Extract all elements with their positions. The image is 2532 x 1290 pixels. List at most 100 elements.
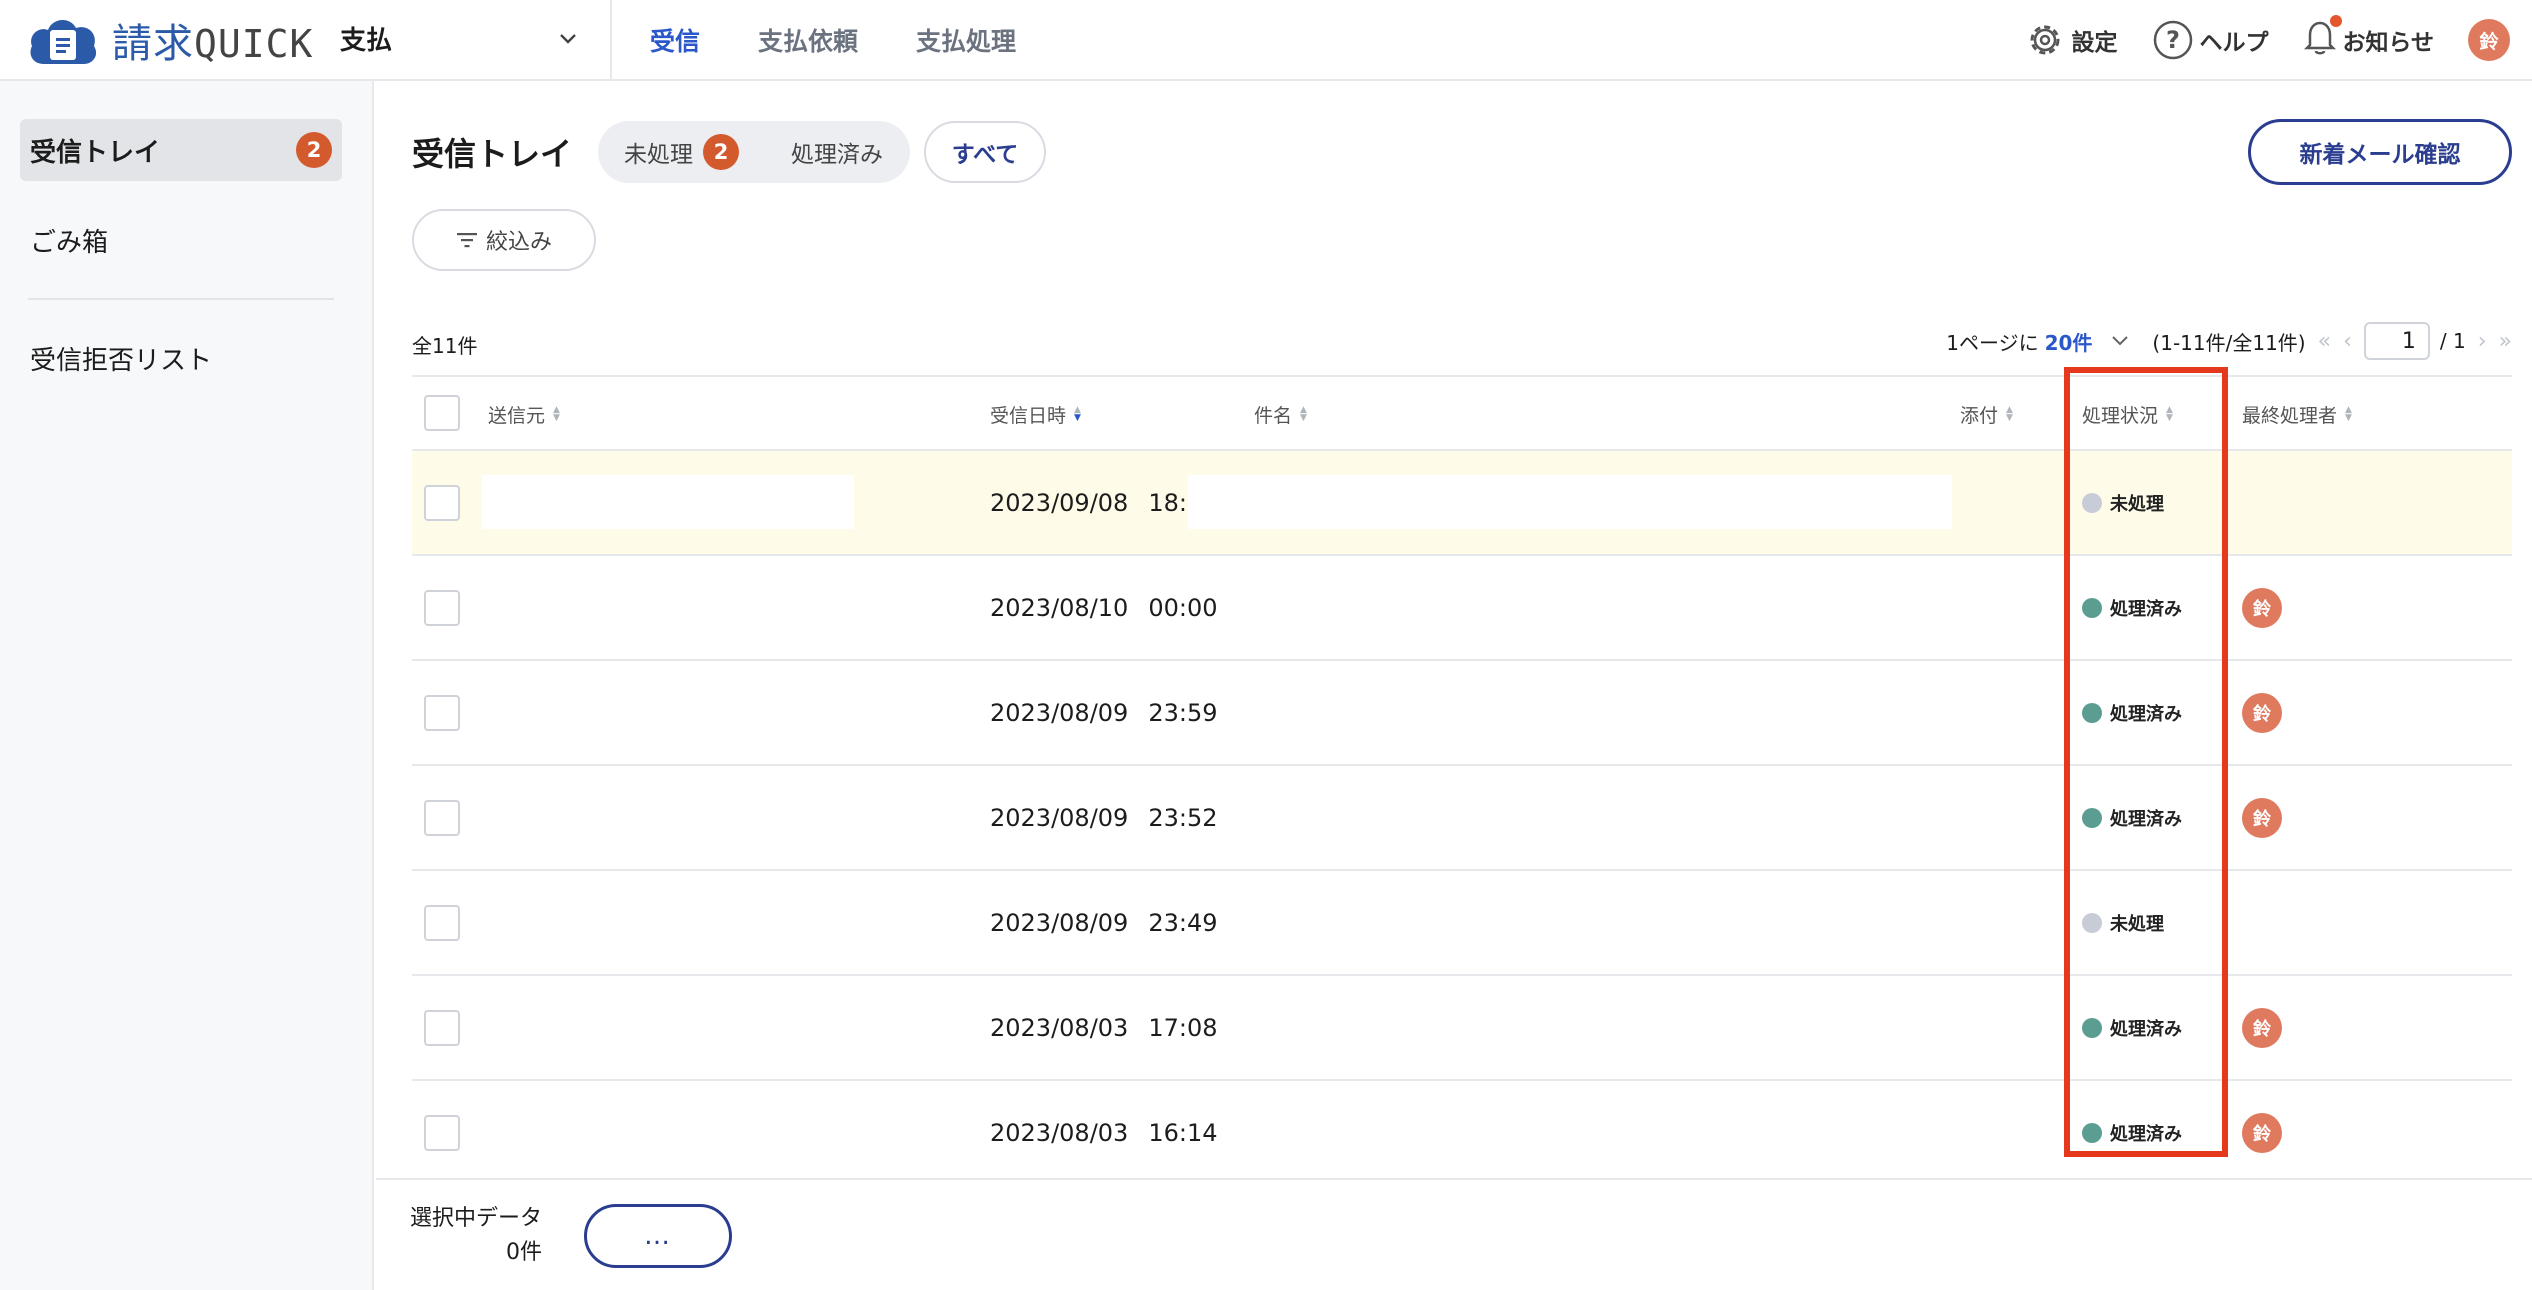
tab-receive[interactable]: 受信	[650, 22, 700, 58]
received-time: 00:00	[1148, 593, 1218, 622]
row-checkbox[interactable]	[424, 1115, 460, 1151]
column-header-last-handler[interactable]: 最終処理者 ▲ ▼	[2242, 377, 2352, 451]
received-date: 2023/08/03	[990, 1118, 1129, 1147]
received-cell: 2023/08/09 23:49	[990, 871, 1218, 974]
received-cell: 2023/08/09 23:52	[990, 766, 1218, 869]
cloud-document-icon	[26, 12, 102, 68]
row-checkbox[interactable]	[424, 485, 460, 521]
sender-cell	[482, 475, 854, 529]
segment-label: 処理済み	[791, 142, 883, 168]
tab-payment-processing[interactable]: 支払処理	[916, 22, 1016, 58]
sidebar: 受信トレイ 2 ごみ箱 受信拒否リスト	[0, 81, 374, 1290]
handler-cell: 鈴	[2242, 1081, 2282, 1184]
status-label: 処理済み	[2110, 1018, 2182, 1040]
prev-page-icon[interactable]: ‹	[2343, 329, 2352, 354]
column-header-status[interactable]: 処理状況 ▲ ▼	[2082, 377, 2173, 451]
sidebar-item-inbox[interactable]: 受信トレイ 2	[20, 119, 342, 181]
next-page-icon[interactable]: ›	[2478, 329, 2487, 354]
status-badge: 処理済み	[2082, 1120, 2182, 1146]
last-page-icon[interactable]: »	[2499, 329, 2512, 354]
row-checkbox[interactable]	[424, 695, 460, 731]
header-divider	[610, 0, 612, 80]
check-new-mail-button[interactable]: 新着メール確認	[2248, 119, 2512, 185]
header-tabs: 受信 支払依頼 支払処理	[650, 0, 1016, 80]
inbox-count-badge: 2	[296, 132, 332, 168]
column-label: 送信元	[488, 404, 546, 427]
handler-avatar: 鈴	[2242, 692, 2282, 733]
column-label: 処理状況	[2082, 404, 2159, 427]
notifications-label: お知らせ	[2342, 30, 2434, 56]
received-time: 23:52	[1148, 803, 1218, 832]
status-label: 処理済み	[2110, 703, 2182, 725]
received-cell: 2023/08/03 17:08	[990, 976, 1218, 1079]
column-header-attachment[interactable]: 添付 ▲ ▼	[1960, 377, 2013, 451]
table-row[interactable]: 2023/09/08 18:51 未処理	[412, 451, 2512, 556]
user-avatar[interactable]: 鈴	[2468, 19, 2510, 61]
app-select-dropdown[interactable]: 支払	[340, 16, 580, 60]
per-page-select[interactable]: 20件	[2045, 327, 2093, 356]
inbox-table: 送信元 ▲ ▼ 受信日時 ▲ ▼ 件名 ▲ ▼ 添付 ▲ ▼ 処理状況 ▲ ▼ 最終処理者…	[412, 367, 2512, 1186]
column-label: 件名	[1254, 404, 1293, 427]
segment-processed[interactable]: 処理済み	[765, 135, 909, 169]
status-label: 処理済み	[2110, 808, 2182, 830]
help-link[interactable]: ? ヘルプ	[2151, 18, 2268, 62]
table-row[interactable]: 2023/08/10 00:00 処理済み 鈴	[412, 556, 2512, 661]
table-row[interactable]: 2023/08/03 16:14 処理済み 鈴	[412, 1081, 2512, 1186]
chevron-down-icon[interactable]	[2108, 331, 2132, 351]
notification-dot	[2330, 15, 2343, 27]
received-cell: 2023/08/10 00:00	[990, 556, 1218, 659]
page-title: 受信トレイ	[412, 135, 573, 173]
handler-cell: 鈴	[2242, 766, 2282, 869]
row-checkbox[interactable]	[424, 1010, 460, 1046]
status-label: 未処理	[2110, 913, 2164, 935]
logo-prefix: 請求	[112, 21, 194, 67]
status-cell: 処理済み	[2082, 766, 2182, 869]
header-actions: 設定 ? ヘルプ お知らせ 鈴	[2023, 0, 2532, 80]
received-date: 2023/08/09	[990, 803, 1129, 832]
status-badge: 処理済み	[2082, 805, 2182, 831]
received-cell: 2023/09/08 18:51	[990, 451, 1218, 554]
status-cell: 処理済み	[2082, 556, 2182, 659]
status-cell: 処理済み	[2082, 976, 2182, 1079]
table-row[interactable]: 2023/08/09 23:52 処理済み 鈴	[412, 766, 2512, 871]
selected-count: 0件	[506, 1240, 543, 1265]
status-cell: 未処理	[2082, 451, 2164, 554]
sidebar-item-reject-list[interactable]: 受信拒否リスト	[20, 327, 342, 389]
filter-label: 絞込み	[485, 230, 552, 255]
all-button[interactable]: すべて	[924, 121, 1046, 183]
select-all-checkbox[interactable]	[424, 395, 460, 431]
received-time: 17:08	[1148, 1013, 1218, 1042]
sidebar-item-trash[interactable]: ごみ箱	[20, 209, 342, 271]
more-actions-button[interactable]: …	[584, 1204, 732, 1268]
filter-button[interactable]: 絞込み	[412, 209, 596, 271]
page-number-input[interactable]: 1	[2363, 322, 2430, 360]
tab-payment-request[interactable]: 支払依頼	[758, 22, 858, 58]
column-header-received[interactable]: 受信日時 ▲ ▼	[990, 377, 1081, 451]
table-row[interactable]: 2023/08/03 17:08 処理済み 鈴	[412, 976, 2512, 1081]
row-checkbox[interactable]	[424, 800, 460, 836]
received-cell: 2023/08/03 16:14	[990, 1081, 1218, 1184]
logo-text: 請求QUICK	[112, 11, 313, 69]
table-row[interactable]: 2023/08/09 23:59 処理済み 鈴	[412, 661, 2512, 766]
app-logo[interactable]: 請求QUICK	[26, 12, 313, 68]
sort-icon: ▲ ▼	[1300, 405, 1307, 423]
column-label: 添付	[1960, 404, 1999, 427]
status-cell: 未処理	[2082, 871, 2164, 974]
received-time: 23:59	[1148, 698, 1218, 727]
sidebar-divider	[28, 298, 334, 300]
selection-footer: 選択中データ 0件 …	[376, 1178, 2532, 1290]
sort-icon: ▲ ▼	[2006, 405, 2013, 423]
first-page-icon[interactable]: «	[2318, 329, 2331, 354]
column-header-subject[interactable]: 件名 ▲ ▼	[1254, 377, 1307, 451]
table-row[interactable]: 2023/08/09 23:49 未処理	[412, 871, 2512, 976]
received-cell: 2023/08/09 23:59	[990, 661, 1218, 764]
column-header-sender[interactable]: 送信元 ▲ ▼	[488, 377, 560, 451]
row-checkbox[interactable]	[424, 905, 460, 941]
logo-quick: QUICK	[194, 22, 314, 66]
row-checkbox[interactable]	[424, 590, 460, 626]
pagination: 1ページに 20件 (1-11件/全11件) « ‹ 1 / 1 › »	[1946, 322, 2512, 360]
segment-unprocessed[interactable]: 未処理 2	[598, 134, 765, 170]
handler-avatar: 鈴	[2242, 1112, 2282, 1153]
settings-link[interactable]: 設定	[2023, 18, 2117, 62]
notifications-link[interactable]: お知らせ	[2302, 15, 2434, 63]
